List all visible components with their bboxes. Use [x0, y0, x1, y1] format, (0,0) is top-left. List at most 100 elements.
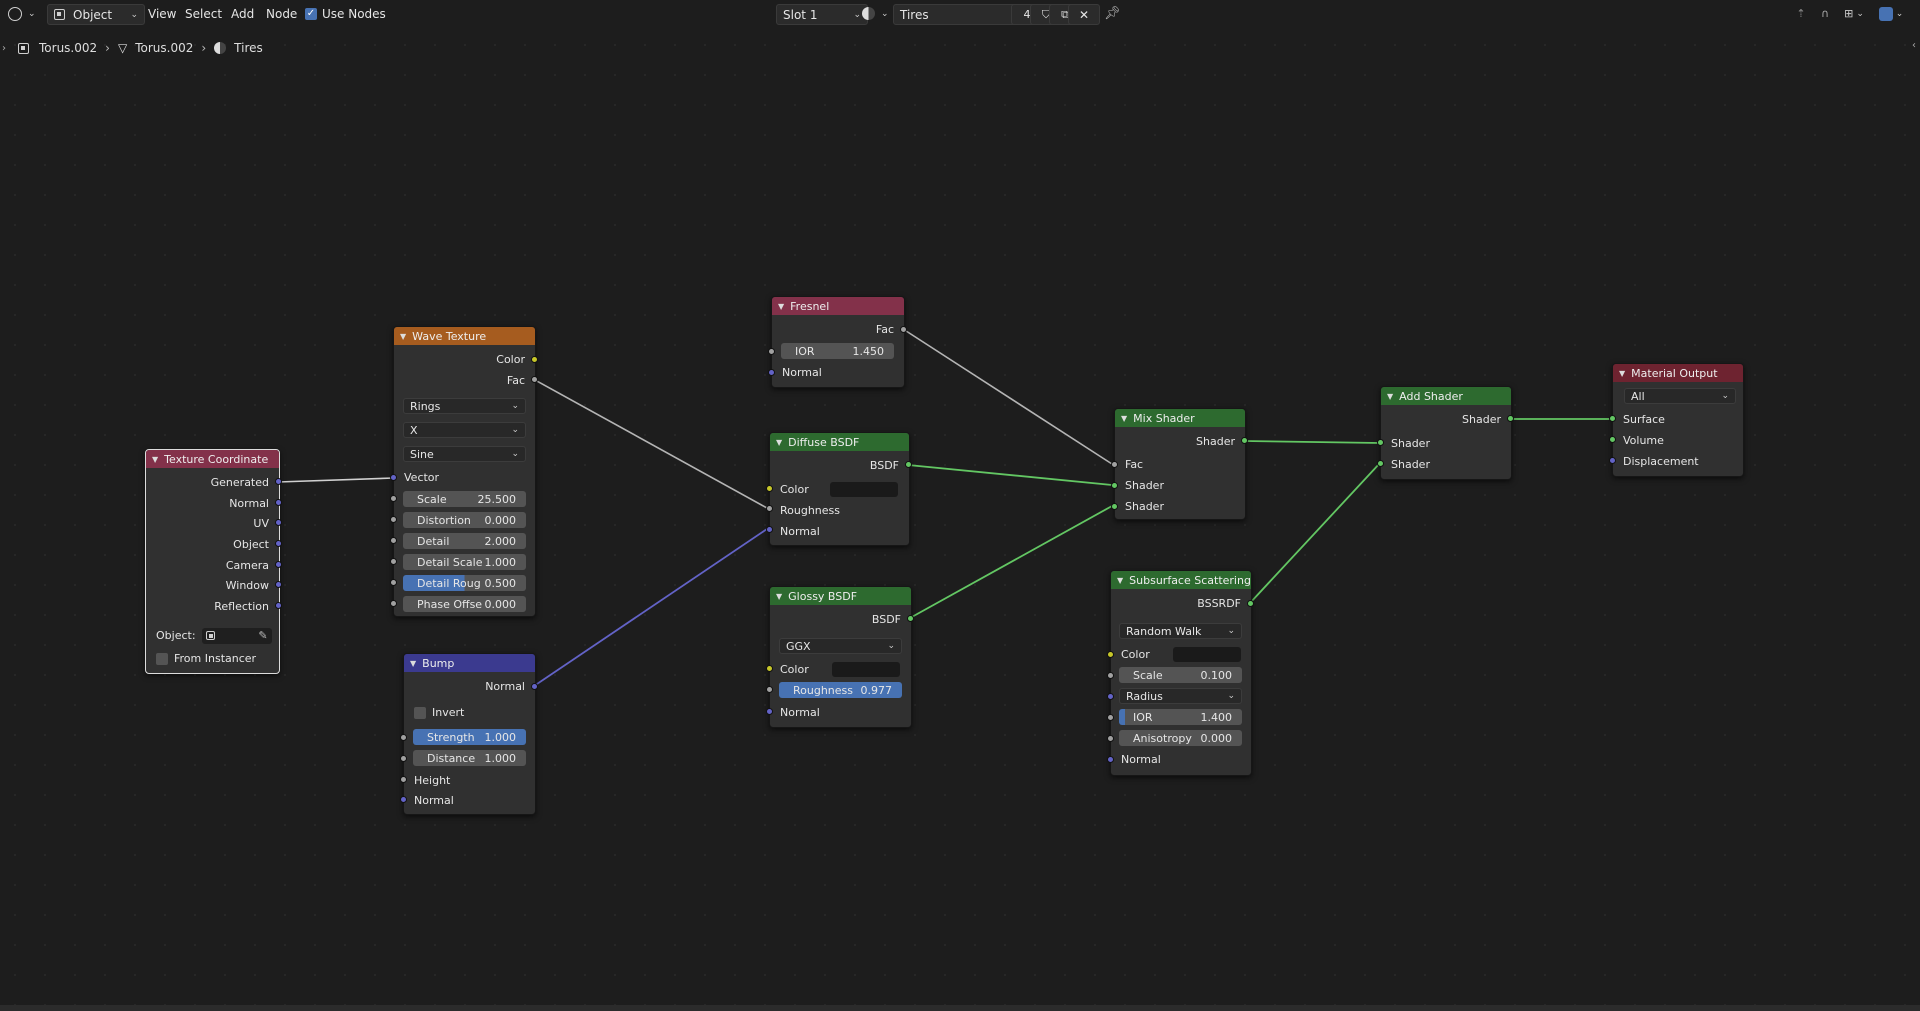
menu-view[interactable]: View — [142, 4, 182, 23]
socket-normal-in[interactable] — [768, 369, 775, 376]
socket-surface-in[interactable] — [1609, 415, 1616, 422]
socket-phase-offset[interactable] — [390, 600, 397, 607]
socket-camera[interactable] — [275, 561, 282, 568]
socket-uv[interactable] — [275, 519, 282, 526]
socket-scale-in[interactable] — [1107, 672, 1114, 679]
socket-scale[interactable] — [390, 495, 397, 502]
snap-toggle[interactable]: ∩ — [1816, 4, 1834, 23]
socket-shader-in-1[interactable] — [1111, 482, 1118, 489]
field-detail[interactable]: Detail 2.000 — [403, 533, 526, 549]
snap-element-dropdown[interactable]: ⊞ ⌄ — [1838, 4, 1870, 23]
socket-normal[interactable] — [275, 499, 282, 506]
method-dropdown[interactable]: Random Walk ⌄ — [1119, 623, 1242, 639]
collapse-arrow-icon[interactable]: ▼ — [152, 455, 158, 464]
collapse-arrow-icon[interactable]: ▼ — [1121, 414, 1127, 423]
node-header[interactable]: ▼ Subsurface Scattering — [1111, 571, 1251, 589]
collapse-arrow-icon[interactable]: ▼ — [410, 659, 416, 668]
field-distance[interactable]: Distance 1.000 — [413, 750, 526, 766]
socket-vector[interactable] — [390, 474, 397, 481]
socket-bsdf-out[interactable] — [905, 461, 912, 468]
socket-reflection[interactable] — [275, 602, 282, 609]
material-browse-button[interactable]: ⌄ — [862, 4, 889, 23]
socket-fac-in[interactable] — [1111, 461, 1118, 468]
node-header[interactable]: ▼ Mix Shader — [1115, 409, 1245, 427]
object-picker-field[interactable]: ✎ — [201, 627, 272, 644]
eyedropper-icon[interactable]: ✎ — [258, 629, 267, 642]
socket-normal-in[interactable] — [1107, 756, 1114, 763]
sidebar-toggle-icon[interactable]: ‹ — [1912, 40, 1916, 51]
socket-bsdf-out[interactable] — [907, 615, 914, 622]
socket-roughness-in[interactable] — [766, 505, 773, 512]
field-distortion[interactable]: Distortion 0.000 — [403, 512, 526, 528]
collapse-arrow-icon[interactable]: ▼ — [1387, 392, 1393, 401]
socket-anisotropy-in[interactable] — [1107, 735, 1114, 742]
socket-distance[interactable] — [400, 755, 407, 762]
node-diffuse-bsdf[interactable]: ▼ Diffuse BSDF BSDF Color Roughness Norma… — [769, 432, 910, 546]
socket-detail-roughness[interactable] — [390, 579, 397, 586]
pin-button[interactable]: 📌︎ — [1104, 4, 1121, 23]
mode-dropdown[interactable]: Object ⌄ — [47, 4, 145, 25]
color-swatch[interactable] — [1173, 647, 1241, 662]
node-glossy-bsdf[interactable]: ▼ Glossy BSDF BSDF GGX ⌄ Color Roughness 0.… — [769, 586, 912, 728]
collapse-arrow-icon[interactable]: ▼ — [778, 302, 784, 311]
node-header[interactable]: ▼ Diffuse BSDF — [770, 433, 909, 451]
socket-shader-in-2[interactable] — [1377, 460, 1384, 467]
field-ior[interactable]: IOR 1.450 — [781, 343, 894, 359]
socket-fac-out[interactable] — [900, 326, 907, 333]
node-texture-coordinate[interactable]: ▼ Texture Coordinate Generated Normal UV … — [145, 449, 280, 674]
field-anisotropy[interactable]: Anisotropy 0.000 — [1119, 730, 1242, 746]
socket-radius-in[interactable] — [1107, 693, 1114, 700]
node-subsurface-scattering[interactable]: ▼ Subsurface Scattering BSSRDF Random Wal… — [1110, 570, 1252, 776]
socket-bssrdf-out[interactable] — [1247, 600, 1254, 607]
socket-normal-in[interactable] — [400, 796, 407, 803]
socket-ior-in[interactable] — [1107, 714, 1114, 721]
use-nodes-toggle[interactable]: ✓ Use Nodes — [305, 4, 386, 23]
socket-normal-in[interactable] — [766, 526, 773, 533]
node-header[interactable]: ▼ Fresnel — [772, 297, 904, 315]
target-dropdown[interactable]: All ⌄ — [1624, 388, 1736, 404]
color-swatch[interactable] — [832, 662, 900, 677]
overlays-dropdown[interactable]: ⌄ — [1874, 4, 1908, 23]
node-wave-texture[interactable]: ▼ Wave Texture Color Fac Rings ⌄ X ⌄ Sine ⌄ … — [393, 326, 536, 617]
field-roughness[interactable]: Roughness 0.977 — [779, 682, 902, 698]
socket-detail[interactable] — [390, 537, 397, 544]
socket-volume-in[interactable] — [1609, 436, 1616, 443]
socket-fac[interactable] — [531, 376, 538, 383]
socket-shader-in-1[interactable] — [1377, 439, 1384, 446]
field-detail-roughness[interactable]: Detail Roug 0.500 — [403, 575, 526, 591]
socket-detail-scale[interactable] — [390, 558, 397, 565]
node-bump[interactable]: ▼ Bump Normal Invert Strength 1.000 Distan… — [403, 653, 536, 815]
field-scale[interactable]: Scale 25.500 — [403, 491, 526, 507]
collapse-arrow-icon[interactable]: ▼ — [1619, 369, 1625, 378]
from-instancer-checkbox[interactable]: From Instancer — [146, 650, 279, 667]
socket-shader-out[interactable] — [1241, 437, 1248, 444]
socket-distortion[interactable] — [390, 516, 397, 523]
menu-node[interactable]: Node — [260, 4, 303, 23]
field-phase-offset[interactable]: Phase Offse 0.000 — [403, 596, 526, 612]
socket-displacement-in[interactable] — [1609, 457, 1616, 464]
socket-normal-in[interactable] — [766, 708, 773, 715]
collapse-arrow-icon[interactable]: ▼ — [776, 438, 782, 447]
unlink-material-button[interactable]: ✕ — [1068, 4, 1100, 25]
node-header[interactable]: ▼ Material Output — [1613, 364, 1743, 382]
socket-shader-out[interactable] — [1507, 415, 1514, 422]
node-material-output[interactable]: ▼ Material Output All ⌄ Surface Volume Dis… — [1612, 363, 1744, 477]
socket-strength[interactable] — [400, 734, 407, 741]
node-mix-shader[interactable]: ▼ Mix Shader Shader Fac Shader Shader — [1114, 408, 1246, 520]
node-add-shader[interactable]: ▼ Add Shader Shader Shader Shader — [1380, 386, 1512, 480]
field-strength[interactable]: Strength 1.000 — [413, 729, 526, 745]
field-detail-scale[interactable]: Detail Scale 1.000 — [403, 554, 526, 570]
socket-color-in[interactable] — [1107, 651, 1114, 658]
node-header[interactable]: ▼ Texture Coordinate — [146, 450, 279, 468]
menu-add[interactable]: Add — [225, 4, 260, 23]
collapse-arrow-icon[interactable]: ▼ — [400, 332, 406, 341]
field-ior[interactable]: IOR 1.400 — [1119, 709, 1242, 725]
menu-select[interactable]: Select — [179, 4, 228, 23]
node-header[interactable]: ▼ Bump — [404, 654, 535, 672]
wave-profile-dropdown[interactable]: Sine ⌄ — [403, 446, 526, 462]
material-name-field[interactable]: Tires — [893, 4, 1025, 25]
node-header[interactable]: ▼ Glossy BSDF — [770, 587, 911, 605]
socket-color-in[interactable] — [766, 665, 773, 672]
editor-type-button[interactable]: ⌄ — [8, 4, 36, 23]
socket-generated[interactable] — [275, 478, 282, 485]
